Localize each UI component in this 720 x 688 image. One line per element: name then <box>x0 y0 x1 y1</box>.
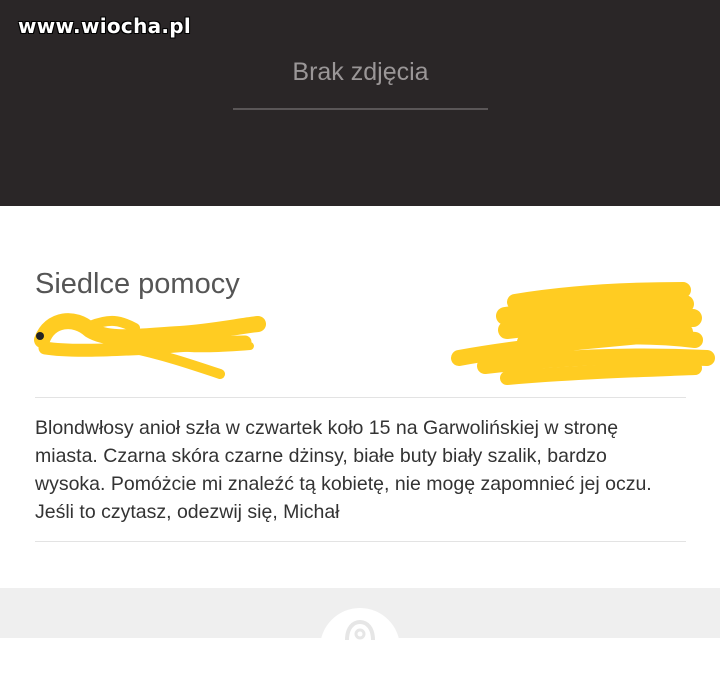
no-photo-underline <box>233 108 488 110</box>
redaction-right <box>451 282 715 385</box>
location-pin-icon <box>345 619 375 640</box>
title-divider <box>35 397 686 398</box>
no-photo-label: Brak zdjęcia <box>292 58 429 86</box>
post-body: Blondwłosy anioł szła w czwartek koło 15… <box>35 417 652 523</box>
post-title: Siedlce pomocy <box>35 268 240 300</box>
body-divider <box>35 541 686 542</box>
watermark: www.wiocha.pl <box>18 14 192 38</box>
redaction-left <box>34 313 266 379</box>
